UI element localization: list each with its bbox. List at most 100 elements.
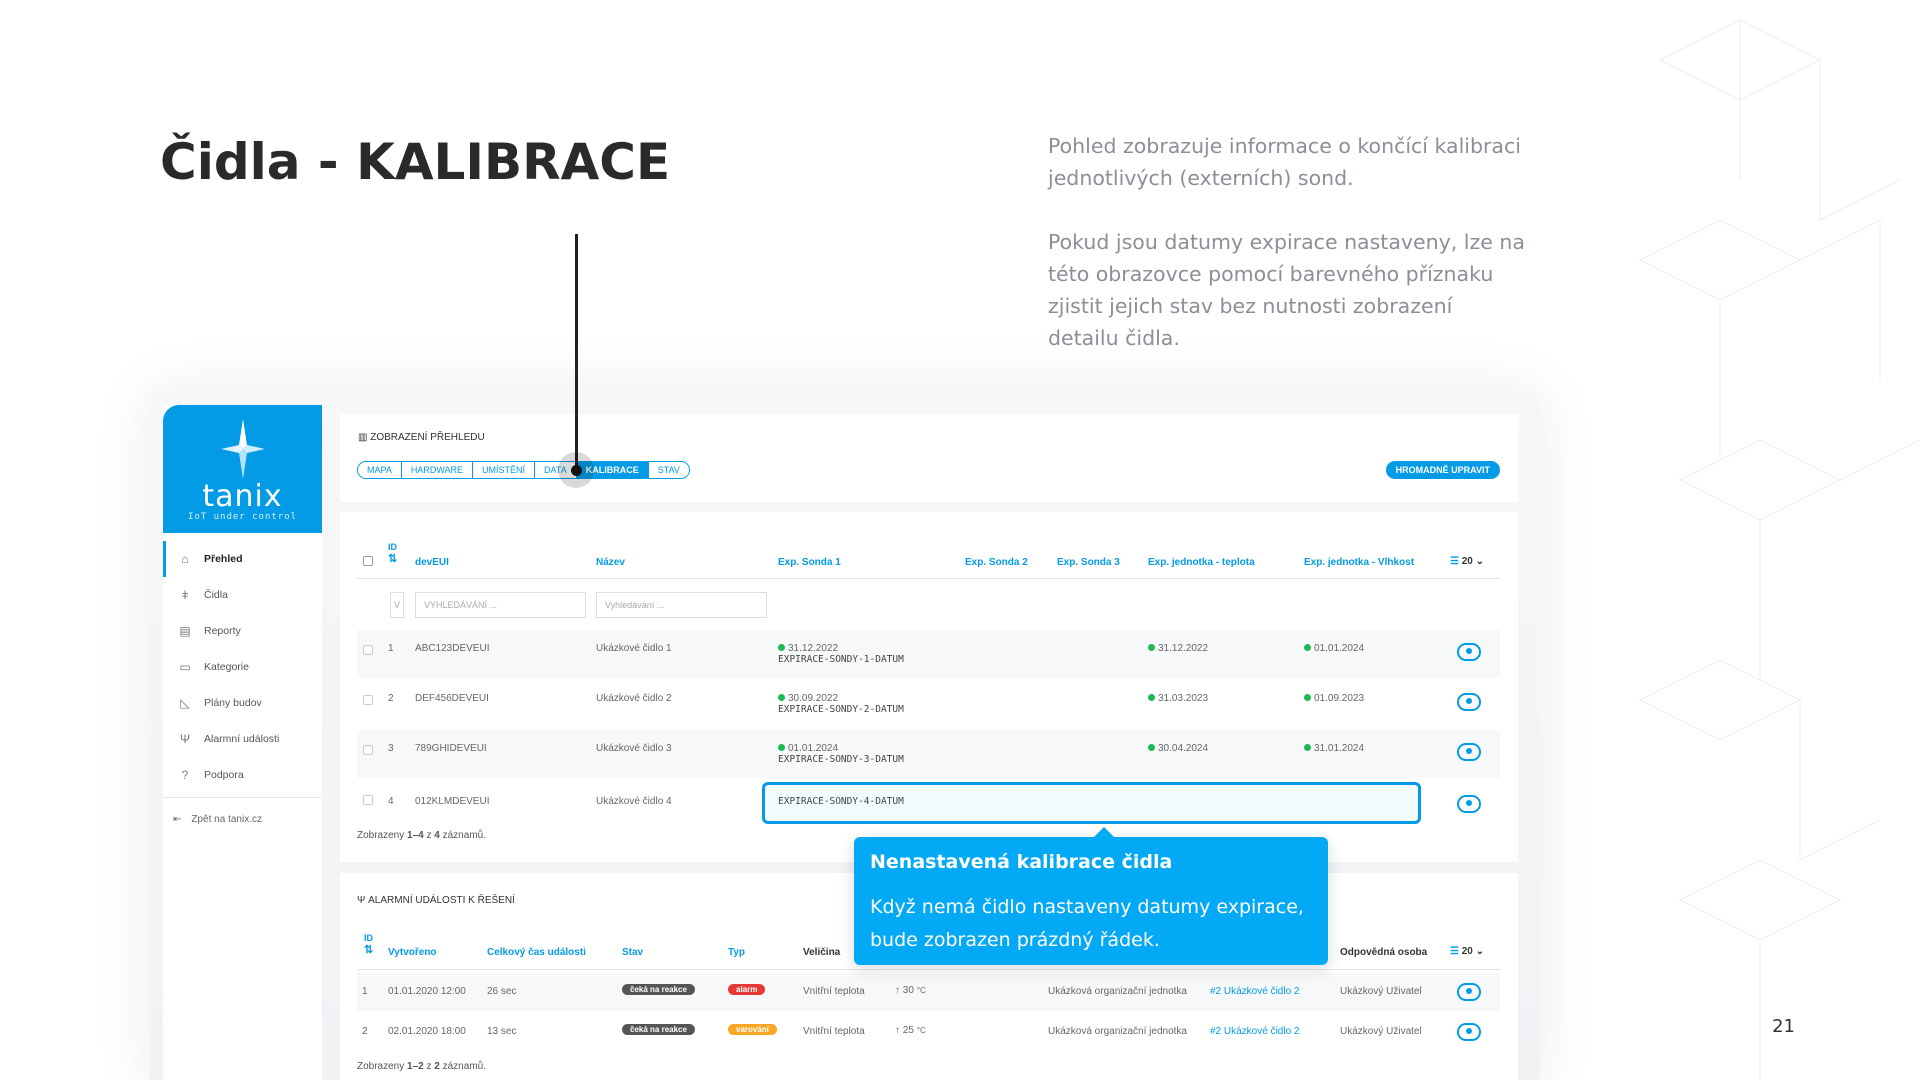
state-badge: čeká na reakce <box>622 1024 695 1035</box>
row-unit-hum: 01.01.2024 <box>1304 643 1364 654</box>
alarm-header-id[interactable]: ID ⇅ <box>364 933 373 956</box>
callout-tooltip: Nenastavená kalibrace čidla Když nemá či… <box>854 827 1328 965</box>
id-filter-input[interactable]: V <box>390 592 404 618</box>
view-selector-title: ▥ ZOBRAZENÍ PŘEHLEDU <box>358 432 485 443</box>
chevron-down-icon: ⌄ <box>1475 946 1485 957</box>
pointer-line <box>575 234 578 468</box>
tooltip-title: Nenastavená kalibrace čidla <box>870 851 1173 873</box>
row-checkbox[interactable] <box>363 795 373 805</box>
slide-description: Pohled zobrazuje informace o končící kal… <box>1048 130 1528 354</box>
alarm-header-quantity[interactable]: Veličina <box>803 947 840 958</box>
decorative-pattern <box>1620 0 1920 1080</box>
column-header-deveui[interactable]: devEUI <box>415 557 449 568</box>
brand-tagline: IoT under control <box>187 512 298 522</box>
column-header-id[interactable]: ID ⇅ <box>388 542 397 565</box>
row-checkbox[interactable] <box>363 695 373 705</box>
brand-logo[interactable]: tanix IoT under control <box>163 405 322 533</box>
row-checkbox[interactable] <box>363 745 373 755</box>
alarm-row[interactable]: 1 01.01.2020 12:00 26 sec čeká na reakce… <box>357 973 1500 1011</box>
sonda1-date: 31.12.2022 <box>788 643 839 654</box>
column-header-name[interactable]: Název <box>596 557 625 568</box>
alarm-header-person[interactable]: Odpovědná osoba <box>1340 947 1427 958</box>
back-to-site-link[interactable]: ⇤ Zpět na tanix.cz <box>163 802 322 836</box>
table-footer-count: Zobrazeny 1–4 z 4 záznamů. <box>357 830 486 841</box>
sidebar-item-prehled[interactable]: ⌂ Přehled <box>163 541 322 577</box>
alarm-footer-count: Zobrazeny 1–2 z 2 záznamů. <box>357 1061 486 1072</box>
sidebar-item-alarmni-udalosti[interactable]: Ψ Alarmní události <box>163 721 322 757</box>
empty-row-highlight <box>762 782 1421 824</box>
sidebar-item-label: Přehled <box>204 553 243 565</box>
alarm-person: Ukázkový Uživatel <box>1340 986 1422 997</box>
sidebar-item-label: Kategorie <box>204 661 249 673</box>
columns-icon: ▥ <box>358 432 368 443</box>
alarm-header-type[interactable]: Typ <box>728 947 745 958</box>
column-header-exp-unit-temp[interactable]: Exp. jednotka - teplota <box>1148 557 1255 568</box>
table-row[interactable]: 1 ABC123DEVEUI Ukázkové čidlo 1 31.12.20… <box>357 630 1500 678</box>
sonda1-label: EXPIRACE-SONDY-3-DATUM <box>778 754 904 765</box>
page-size-select[interactable]: ☰ 20 ⌄ <box>1450 556 1484 567</box>
row-id: 1 <box>388 643 394 654</box>
alarm-header-id-label: ID <box>364 933 373 943</box>
column-header-exp-sonda-3[interactable]: Exp. Sonda 3 <box>1057 557 1120 568</box>
table-row[interactable]: 2 DEF456DEVEUI Ukázkové čidlo 2 30.09.20… <box>357 680 1500 728</box>
sonda1-label: EXPIRACE-SONDY-2-DATUM <box>778 704 904 715</box>
chevron-down-icon: ⌄ <box>1475 556 1485 567</box>
column-header-exp-sonda-2[interactable]: Exp. Sonda 2 <box>965 557 1028 568</box>
sonda1-label: EXPIRACE-SONDY-1-DATUM <box>778 654 904 665</box>
antenna-icon: Ψ <box>357 895 366 906</box>
name-search-input[interactable]: Vyhledávání ... <box>596 592 767 618</box>
alarm-page-size-select[interactable]: ☰ 20 ⌄ <box>1450 946 1484 957</box>
sidebar-item-kategorie[interactable]: ▭ Kategorie <box>163 649 322 685</box>
sidebar-divider <box>163 797 322 798</box>
view-detail-eye-icon[interactable] <box>1457 643 1481 661</box>
column-header-exp-unit-hum[interactable]: Exp. jednotka - Vlhkost <box>1304 557 1414 568</box>
sidebar-item-label: Reporty <box>204 625 241 637</box>
sort-icon: ⇅ <box>364 944 374 956</box>
alarm-row[interactable]: 2 02.01.2020 18:00 13 sec čeká na reakce… <box>357 1013 1500 1051</box>
table-row[interactable]: 3 789GHIDEVEUI Ukázkové čidlo 3 01.01.20… <box>357 730 1500 778</box>
row-id: 3 <box>388 743 394 754</box>
unit-temp-date: 31.12.2022 <box>1158 643 1209 654</box>
tab-stav[interactable]: STAV <box>648 462 689 478</box>
alarm-header-created[interactable]: Vytvořeno <box>388 947 437 958</box>
sidebar-item-reporty[interactable]: ▤ Reporty <box>163 613 322 649</box>
header-divider <box>357 578 1500 579</box>
status-dot-green <box>1304 744 1311 751</box>
view-selector-title-text: ZOBRAZENÍ PŘEHLEDU <box>370 432 485 443</box>
alarm-person: Ukázkový Uživatel <box>1340 1026 1422 1037</box>
alarm-header-state[interactable]: Stav <box>622 947 643 958</box>
view-detail-eye-icon[interactable] <box>1457 795 1481 813</box>
select-all-checkbox[interactable] <box>363 556 373 566</box>
unit-temp-date: 30.04.2024 <box>1158 743 1209 754</box>
alarm-header-duration[interactable]: Celkový čas události <box>487 947 586 958</box>
row-deveui: 012KLMDEVEUI <box>415 796 490 807</box>
status-dot-green <box>1304 644 1311 651</box>
bulk-edit-button[interactable]: HROMADNĚ UPRAVIT <box>1385 461 1500 479</box>
sidebar-item-podpora[interactable]: ? Podpora <box>163 757 322 793</box>
deveui-search-input[interactable]: VYHLEDÁVÁNÍ ... <box>415 592 586 618</box>
column-header-id-label: ID <box>388 542 397 552</box>
row-deveui: ABC123DEVEUI <box>415 643 490 654</box>
thermometer-icon: ǂ <box>181 588 189 602</box>
alarm-sensor-link[interactable]: #2 Ukázkové čidlo 2 <box>1210 986 1300 997</box>
tab-hardware[interactable]: HARDWARE <box>401 462 474 478</box>
sort-icon: ⇅ <box>388 553 398 565</box>
column-header-exp-sonda-1[interactable]: Exp. Sonda 1 <box>778 557 841 568</box>
arrow-up-icon: ↑ <box>895 985 900 996</box>
row-unit-temp: 31.03.2023 <box>1148 693 1208 704</box>
sidebar-item-cidla[interactable]: ǂ Čidla <box>163 577 322 613</box>
view-detail-eye-icon[interactable] <box>1457 983 1481 1001</box>
alarm-unit: °C <box>916 985 927 995</box>
alarm-sensor-link[interactable]: #2 Ukázkové čidlo 2 <box>1210 1026 1300 1037</box>
alarm-value-number: 25 <box>902 1025 914 1036</box>
row-sonda1: 31.12.2022 EXPIRACE-SONDY-1-DATUM <box>778 643 904 665</box>
view-detail-eye-icon[interactable] <box>1457 1023 1481 1041</box>
view-detail-eye-icon[interactable] <box>1457 693 1481 711</box>
tab-umisteni[interactable]: UMÍSTĚNÍ <box>473 462 536 478</box>
sidebar-item-plany-budov[interactable]: ◺ Plány budov <box>163 685 322 721</box>
back-link-label: Zpět na tanix.cz <box>191 813 262 825</box>
tab-mapa[interactable]: MAPA <box>358 462 402 478</box>
row-checkbox[interactable] <box>363 645 373 655</box>
view-detail-eye-icon[interactable] <box>1457 743 1481 761</box>
description-paragraph-1: Pohled zobrazuje informace o končící kal… <box>1048 134 1521 190</box>
